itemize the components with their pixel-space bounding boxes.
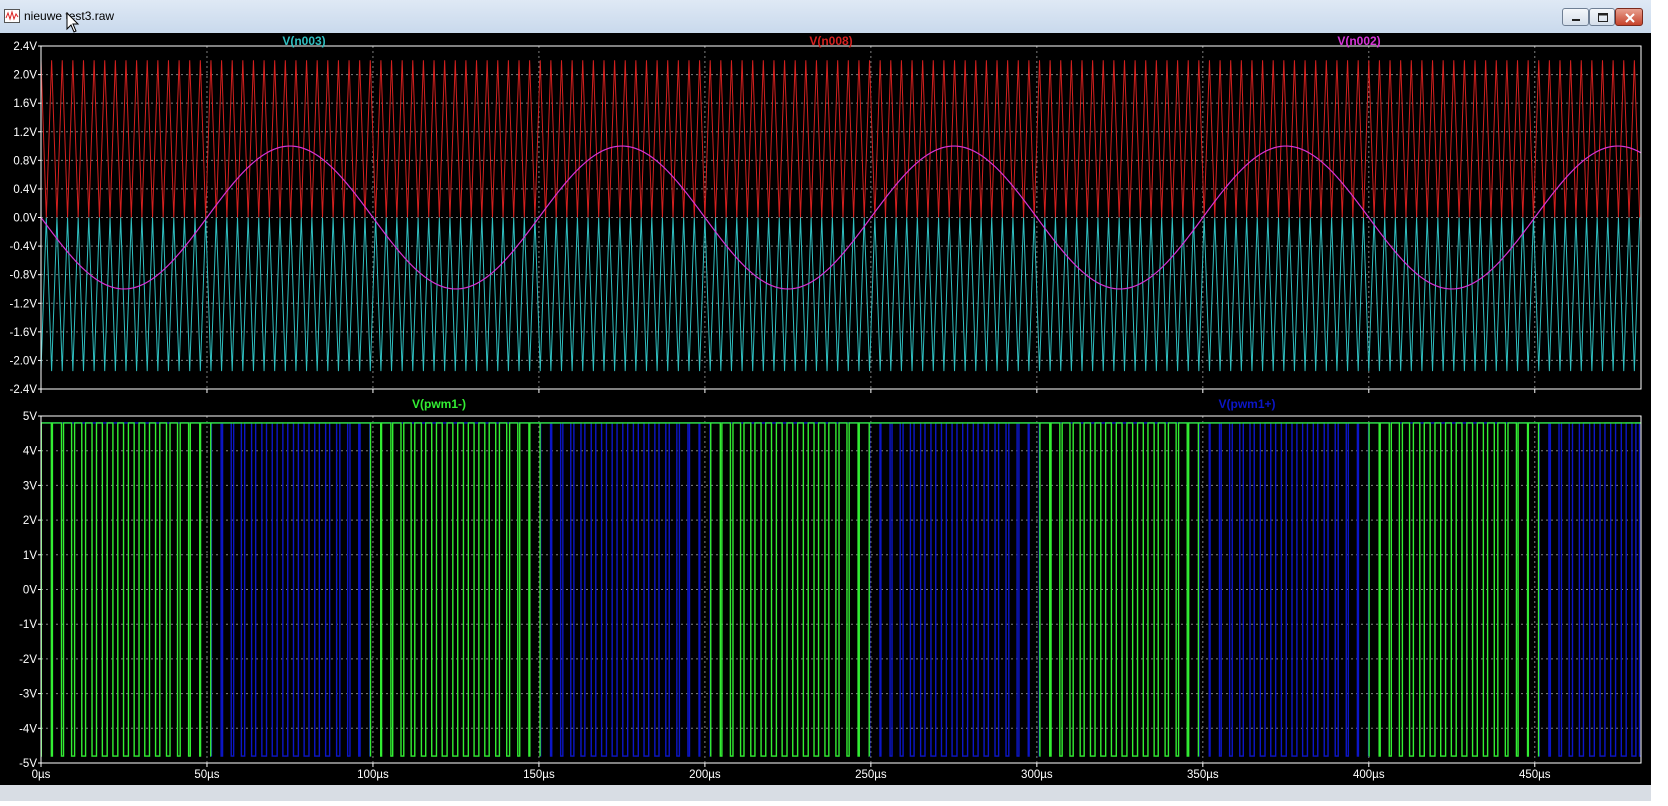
window-bottom-edge	[0, 785, 1651, 801]
y-tick-label: 0.0V	[13, 213, 37, 225]
maximize-icon	[1598, 13, 1608, 22]
upper-pane-grid	[41, 46, 1641, 389]
x-tick-label: 200µs	[689, 769, 721, 781]
x-tick-label: 100µs	[357, 769, 389, 781]
y-tick-label: -0.4V	[10, 241, 38, 253]
y-tick-label: -2.0V	[10, 355, 38, 367]
y-tick-label: -0.8V	[10, 270, 38, 282]
waveform-file-icon	[4, 9, 20, 23]
minimize-icon	[1572, 19, 1580, 21]
lower-pane-grid	[41, 416, 1641, 763]
y-tick-label: 0V	[23, 585, 37, 597]
y-tick-label: 2.0V	[13, 70, 37, 82]
trace-label-n002[interactable]: V(n002)	[1337, 34, 1380, 48]
y-tick-label: 4V	[23, 446, 37, 458]
trace-label-pwm-minus[interactable]: V(pwm1-)	[412, 397, 466, 411]
upper-pane-traces	[40, 60, 1642, 372]
y-tick-label: 1.6V	[13, 98, 37, 110]
x-tick-label: 150µs	[523, 769, 555, 781]
close-icon	[1625, 13, 1635, 23]
trace-n008	[40, 60, 1641, 218]
trace-label-pwm-plus[interactable]: V(pwm1+)	[1218, 397, 1275, 411]
y-tick-label: 0.4V	[13, 184, 37, 196]
y-tick-label: 3V	[23, 480, 37, 492]
y-tick-label: -2V	[19, 654, 37, 666]
x-tick-label: 300µs	[1021, 769, 1053, 781]
y-tick-label: -1.6V	[10, 327, 38, 339]
y-tick-label: 2V	[23, 515, 37, 527]
mouse-cursor-icon	[66, 12, 80, 33]
waveform-plot[interactable]: 2.4V 2.0V 1.6V 1.2V 0.8V 0.4V 0.0V -0.4V -0.8V -1…	[0, 33, 1651, 801]
y-tick-label: 1.2V	[13, 127, 37, 139]
y-tick-label: -1.2V	[10, 298, 38, 310]
y-tick-label: -1V	[19, 619, 37, 631]
close-button[interactable]	[1615, 8, 1643, 26]
waveform-viewer-window: nieuwe test3.raw 2.4V 2.0V 1.6V 1.2V 0.8V 0.4…	[0, 0, 1651, 801]
title-bar[interactable]: nieuwe test3.raw	[0, 0, 1651, 34]
y-tick-label: 5V	[23, 411, 37, 423]
y-tick-label: -3V	[19, 689, 37, 701]
minimize-button[interactable]	[1562, 8, 1589, 26]
y-tick-label: 2.4V	[13, 41, 37, 53]
trace-label-n008[interactable]: V(n008)	[809, 34, 852, 48]
x-tick-label: 450µs	[1519, 769, 1551, 781]
y-tick-label: -2.4V	[10, 384, 38, 396]
plot-area[interactable]: 2.4V 2.0V 1.6V 1.2V 0.8V 0.4V 0.0V -0.4V -0.8V -1…	[0, 33, 1651, 801]
y-tick-label: -4V	[19, 723, 37, 735]
x-tick-label: 350µs	[1187, 769, 1219, 781]
x-tick-label: 0µs	[32, 769, 51, 781]
x-tick-label: 250µs	[855, 769, 887, 781]
x-tick-label: 50µs	[194, 769, 219, 781]
trace-n003	[40, 217, 1641, 372]
y-tick-label: 0.8V	[13, 155, 37, 167]
trace-label-n003[interactable]: V(n003)	[282, 34, 325, 48]
y-tick-label: 1V	[23, 550, 37, 562]
maximize-button[interactable]	[1589, 8, 1615, 26]
x-tick-label: 400µs	[1353, 769, 1385, 781]
